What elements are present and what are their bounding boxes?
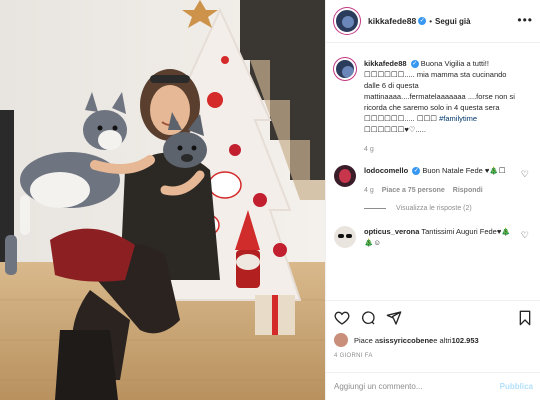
liker-avatar[interactable] [334, 333, 348, 347]
likes-prefix: Piace a [354, 335, 380, 345]
likes-summary[interactable]: Piace a sissyriccobene e altri 102.953 [334, 333, 533, 347]
reply-button[interactable]: Rispondi [453, 185, 483, 196]
hashtag-link[interactable]: #familytime [439, 114, 477, 123]
following-button[interactable]: Segui già [435, 17, 471, 26]
commenter-avatar[interactable] [334, 165, 356, 187]
comment-like-heart-icon[interactable]: ♡ [521, 169, 529, 180]
author-username[interactable]: kikkafede88 [368, 16, 416, 26]
comment-item: lodocomello ✓ Buon Natale Fede ♥🎄☐ 4 g P… [326, 159, 540, 196]
caption-username[interactable]: kikkafede88 [364, 59, 407, 68]
comment-item: opticus_verona Tantissimi Auguri Fede♥🎄🎄… [326, 220, 540, 248]
comment-input[interactable] [334, 382, 500, 391]
comment-text: Buon Natale Fede ♥🎄☐ [422, 166, 506, 175]
caption-avatar[interactable] [334, 58, 356, 80]
share-icon[interactable] [386, 310, 402, 326]
post-header: kikkafede88 ✓ • Segui già ••• [326, 0, 540, 43]
verified-badge-icon: ✓ [410, 60, 419, 69]
caption: kikkafede88 ✓ Buona Vigilia a tutti!! ☐☐… [326, 52, 540, 155]
post-actions: Piace a sissyriccobene e altri 102.953 4… [326, 300, 540, 359]
bookmark-icon[interactable] [517, 310, 533, 326]
comment-time[interactable]: 4 g [364, 185, 374, 196]
comment-icon[interactable] [360, 310, 376, 326]
instagram-post-modal: kikkafede88 ✓ • Segui già ••• kikkafede8… [0, 0, 540, 400]
likes-suffix: e altri [433, 335, 452, 345]
publish-button[interactable]: Pubblica [500, 382, 533, 391]
post-date[interactable]: 4 GIORNI FA [334, 353, 533, 359]
replies-divider [364, 208, 386, 209]
comment-likes[interactable]: Piace a 75 persone [382, 185, 445, 196]
verified-badge-icon: ✓ [418, 17, 427, 25]
caption-time[interactable]: 4 g [364, 144, 374, 155]
comment-username[interactable]: lodocomello [364, 166, 408, 175]
header-separator: • [429, 16, 433, 26]
post-photo-illustration [0, 0, 325, 400]
post-sidebar: kikkafede88 ✓ • Segui già ••• kikkafede8… [325, 0, 540, 400]
heart-icon[interactable] [334, 310, 350, 326]
view-replies-button[interactable]: Visualizza le risposte (2) [326, 205, 540, 212]
more-options-icon[interactable]: ••• [517, 13, 533, 27]
likes-count[interactable]: 102.953 [452, 336, 479, 345]
commenter-avatar[interactable] [334, 226, 356, 248]
author-avatar[interactable] [334, 8, 360, 34]
comments-list[interactable]: kikkafede88 ✓ Buona Vigilia a tutti!! ☐☐… [326, 52, 540, 298]
comment-like-heart-icon[interactable]: ♡ [521, 230, 529, 241]
likes-first-user[interactable]: sissyriccobene [379, 336, 433, 345]
verified-badge-icon: ✓ [412, 167, 421, 176]
comment-username[interactable]: opticus_verona [364, 227, 419, 236]
view-replies-label: Visualizza le risposte (2) [396, 205, 472, 212]
add-comment-bar: Pubblica [326, 372, 540, 400]
caption-tail: ☐☐☐☐☐☐♥♡..... [364, 125, 426, 134]
post-photo[interactable] [0, 0, 325, 400]
